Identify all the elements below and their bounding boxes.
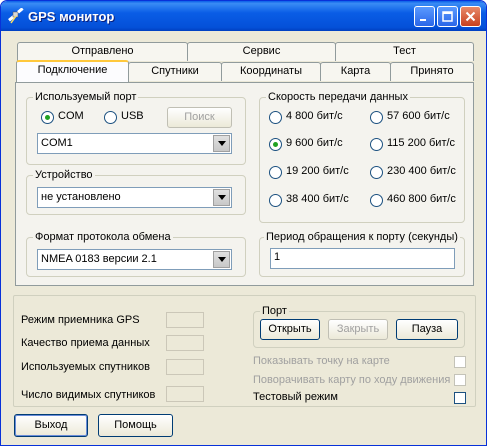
protocol-group-legend: Формат протокола обмена — [35, 231, 171, 243]
maximize-button[interactable] — [437, 6, 458, 27]
chevron-down-icon — [217, 195, 226, 200]
gps-mode-value — [166, 312, 204, 328]
port-combo-value: COM1 — [41, 137, 73, 149]
tab-test[interactable]: Тест — [335, 42, 474, 61]
pause-button[interactable]: Пауза — [396, 319, 458, 340]
used-satellites-label: Используемых спутников — [21, 361, 150, 373]
speed-4800-label: 4 800 бит/с — [286, 110, 343, 122]
connection-panel: Используемый порт COM USB Поиск COM1 Уст… — [15, 82, 474, 286]
used-satellites-value — [166, 359, 204, 375]
device-group-legend: Устройство — [35, 169, 93, 181]
minimize-button[interactable] — [414, 6, 435, 27]
speed-57600-radio[interactable] — [370, 111, 383, 124]
tab-map[interactable]: Карта — [320, 62, 391, 81]
search-button[interactable]: Поиск — [167, 107, 232, 128]
speed-57600-label: 57 600 бит/с — [387, 110, 450, 122]
visible-satellites-label: Число видимых спутников — [21, 389, 156, 401]
exit-button[interactable]: Выход — [14, 414, 88, 437]
protocol-combo[interactable]: NMEA 0183 версии 2.1 — [37, 249, 232, 270]
visible-satellites-value — [166, 386, 204, 402]
help-button[interactable]: Помощь — [98, 414, 173, 437]
speed-9600-label: 9 600 бит/с — [286, 137, 343, 149]
maximize-icon — [442, 11, 453, 22]
speed-38400-label: 38 400 бит/с — [286, 193, 349, 205]
protocol-combo-value: NMEA 0183 версии 2.1 — [41, 253, 157, 265]
speed-19200-radio[interactable] — [269, 166, 282, 179]
speed-19200-label: 19 200 бит/с — [286, 165, 349, 177]
device-combo[interactable]: не установлено — [37, 187, 232, 208]
usb-radio-label: USB — [121, 110, 144, 122]
gps-mode-label: Режим приемника GPS — [21, 314, 140, 326]
speed-4800-radio[interactable] — [269, 111, 282, 124]
signal-quality-value — [166, 335, 204, 351]
speed-38400-radio[interactable] — [269, 194, 282, 207]
tab-received[interactable]: Принято — [390, 62, 474, 81]
test-mode-label: Тестовый режим — [253, 391, 338, 403]
speed-230400-label: 230 400 бит/с — [387, 165, 456, 177]
speed-115200-label: 115 200 бит/с — [387, 137, 456, 149]
com-radio-label: COM — [58, 110, 84, 122]
tab-connection[interactable]: Подключение — [16, 60, 129, 82]
tab-sent[interactable]: Отправлено — [17, 42, 188, 61]
port-combo[interactable]: COM1 — [37, 133, 232, 154]
speed-9600-radio[interactable] — [269, 138, 282, 151]
test-mode-checkbox[interactable] — [454, 392, 466, 404]
speed-460800-label: 460 800 бит/с — [387, 193, 456, 205]
port-dropdown-button[interactable] — [213, 135, 230, 152]
usb-radio[interactable] — [104, 111, 117, 124]
rotate-map-label: Поворачивать карту по ходу движения — [253, 374, 451, 386]
satellite-app-icon[interactable] — [7, 8, 24, 25]
speed-group-legend: Скорость передачи данных — [268, 91, 408, 103]
port-group-legend: Используемый порт — [35, 91, 137, 103]
speed-460800-radio[interactable] — [370, 194, 383, 207]
tab-coordinates[interactable]: Координаты — [221, 62, 321, 81]
period-input-value: 1 — [274, 251, 281, 263]
show-on-map-checkbox[interactable] — [454, 356, 466, 368]
speed-230400-radio[interactable] — [370, 166, 383, 179]
close-port-button[interactable]: Закрыть — [328, 319, 388, 340]
signal-quality-label: Качество приема данных — [21, 337, 150, 349]
protocol-dropdown-button[interactable] — [213, 251, 230, 268]
device-dropdown-button[interactable] — [213, 189, 230, 206]
period-group-legend: Период обращения к порту (секунды) — [266, 231, 458, 243]
period-input[interactable]: 1 — [270, 248, 455, 269]
minimize-icon — [420, 19, 426, 21]
device-combo-value: не установлено — [41, 191, 121, 203]
window-title: GPS монитор — [28, 9, 115, 24]
chevron-down-icon — [217, 141, 226, 146]
open-port-button[interactable]: Открыть — [260, 319, 320, 340]
tab-service[interactable]: Сервис — [187, 42, 336, 61]
port-control-legend: Порт — [262, 305, 287, 317]
title-bar[interactable]: GPS монитор — [1, 1, 486, 31]
close-icon — [465, 11, 476, 22]
close-button[interactable] — [460, 6, 481, 27]
chevron-down-icon — [217, 257, 226, 262]
main-window: GPS монитор Отправлено Сервис Тест Подкл… — [0, 0, 487, 446]
show-on-map-label: Показывать точку на карте — [253, 355, 390, 367]
rotate-map-checkbox[interactable] — [454, 374, 466, 386]
speed-115200-radio[interactable] — [370, 138, 383, 151]
com-radio[interactable] — [41, 111, 54, 124]
tab-satellites[interactable]: Спутники — [128, 62, 222, 81]
